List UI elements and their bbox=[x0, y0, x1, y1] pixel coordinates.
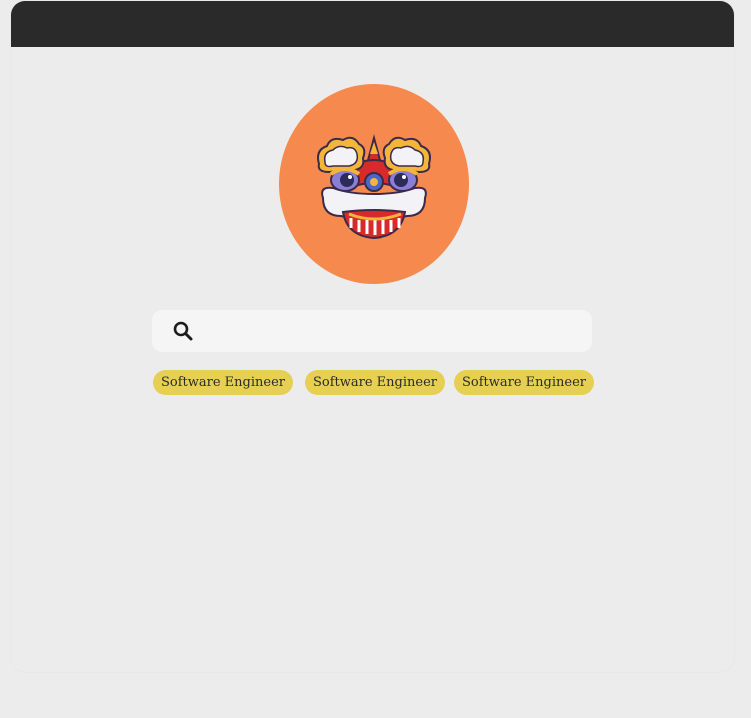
search-bar[interactable] bbox=[152, 310, 592, 352]
app-window: Software Engineer Software Engineer Soft… bbox=[11, 1, 734, 672]
search-icon[interactable] bbox=[173, 321, 193, 341]
search-input[interactable] bbox=[206, 316, 580, 348]
avatar bbox=[279, 84, 469, 284]
window-titlebar[interactable] bbox=[11, 1, 734, 47]
tag-list: Software Engineer Software Engineer Soft… bbox=[11, 370, 734, 396]
tag-chip[interactable]: Software Engineer bbox=[454, 370, 594, 395]
tag-chip[interactable]: Software Engineer bbox=[305, 370, 445, 395]
lion-dance-head-icon bbox=[317, 134, 431, 240]
tag-chip[interactable]: Software Engineer bbox=[153, 370, 293, 395]
